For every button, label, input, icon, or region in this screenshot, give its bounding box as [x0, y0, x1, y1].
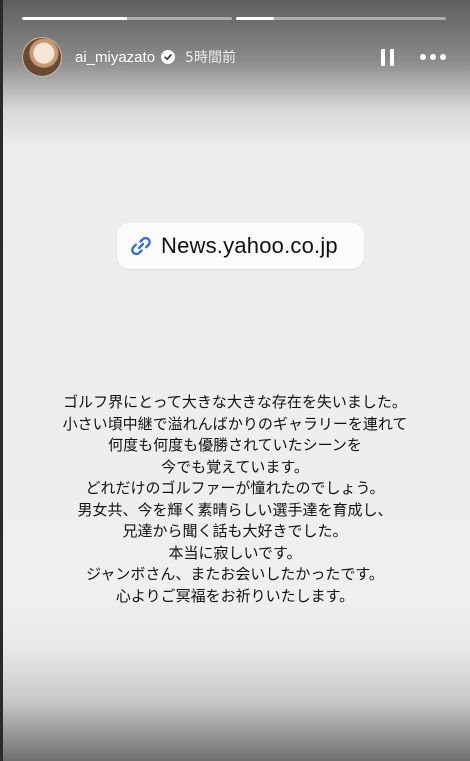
- pause-icon[interactable]: [381, 48, 394, 66]
- message-line: どれだけのゴルファーが憧れたのでしょう。: [85, 479, 385, 497]
- story-header: ai_miyazato 5時間前: [22, 36, 454, 78]
- story-progress-bar: [22, 17, 446, 20]
- story-progress-segment: [22, 17, 232, 20]
- message-line: ゴルフ界にとって大きな大きな存在を失いました。: [63, 393, 407, 411]
- story-message: ゴルフ界にとって大きな大きな存在を失いました。 小さい頃中継で溢れんばかりのギャ…: [20, 392, 450, 607]
- message-line: 心よりご冥福をお祈りいたします。: [115, 586, 355, 605]
- message-line: 今でも覚えています。: [161, 457, 309, 476]
- message-line: 兄達から聞く話も大好きでした。: [122, 522, 348, 540]
- link-sticker-label: News.yahoo.co.jp: [161, 233, 338, 258]
- verified-badge-icon: [161, 50, 176, 64]
- progress-fill: [22, 17, 127, 20]
- story-viewer[interactable]: ai_miyazato 5時間前 News.yahoo.co.jp ゴルフ界にと…: [0, 0, 470, 761]
- username[interactable]: ai_miyazato: [75, 49, 155, 66]
- post-time: 5時間前: [185, 50, 236, 66]
- window-edge: [0, 0, 3, 761]
- more-options-icon[interactable]: [420, 54, 446, 60]
- story-progress-segment: [236, 17, 446, 20]
- link-sticker[interactable]: News.yahoo.co.jp: [117, 223, 364, 269]
- message-line: ジャンボさん、またお会いしたかったです。: [86, 565, 384, 583]
- message-line: 男女共、今を輝く素晴らしい選手達を育成し、: [77, 500, 393, 519]
- link-icon: [131, 236, 151, 256]
- progress-fill: [236, 17, 274, 20]
- message-line: 何度も何度も優勝されていたシーンを: [108, 436, 362, 454]
- message-line: 小さい頃中継で溢れんばかりのギャラリーを連れて: [62, 414, 408, 433]
- avatar[interactable]: [22, 37, 62, 77]
- message-line: 本当に寂しいです。: [168, 543, 302, 562]
